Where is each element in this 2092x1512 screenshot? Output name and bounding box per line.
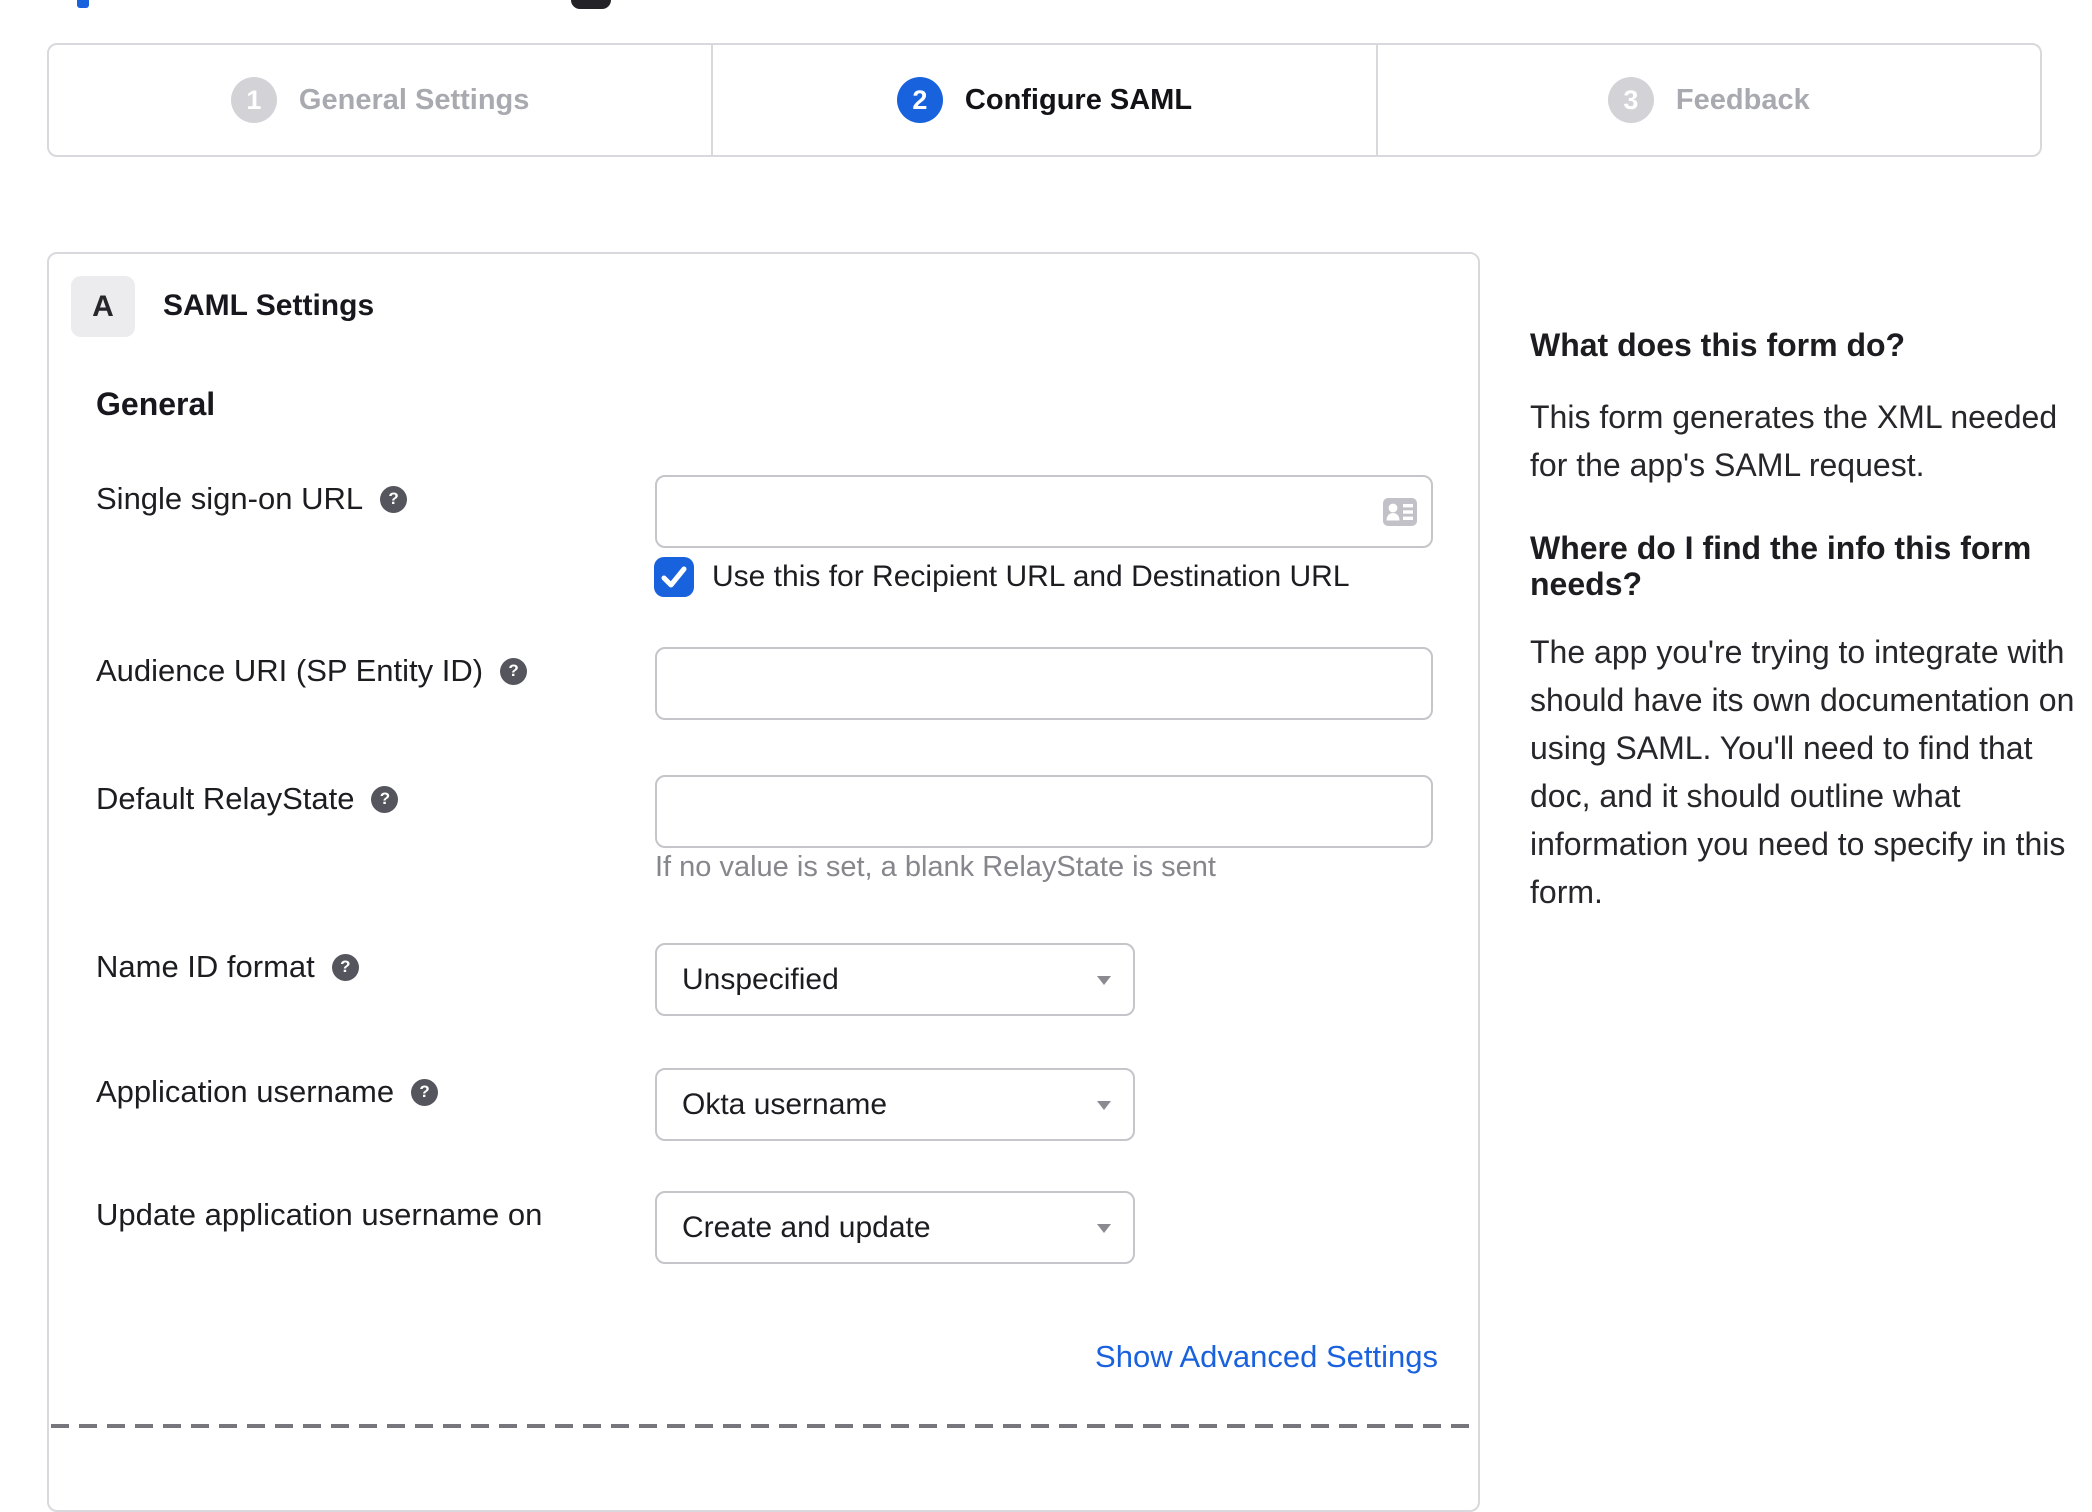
section-title: SAML Settings <box>163 289 375 322</box>
audience-uri-label: Audience URI (SP Entity ID) <box>96 653 484 688</box>
saml-settings-panel: A SAML Settings General Single sign-on U… <box>47 252 1480 1512</box>
relaystate-hint: If no value is set, a blank RelayState i… <box>655 851 1216 883</box>
sso-url-label: Single sign-on URL <box>96 481 364 516</box>
caret-down-icon <box>1097 1223 1111 1233</box>
sidebar-paragraph-1: This form generates the XML needed for t… <box>1530 399 2058 483</box>
help-icon[interactable]: ? <box>371 785 399 813</box>
section-badge: A <box>71 276 135 337</box>
recipient-url-checkbox[interactable] <box>654 557 694 597</box>
audience-uri-input[interactable] <box>655 647 1433 720</box>
relaystate-label: Default RelayState <box>96 781 355 816</box>
application-username-value: Okta username <box>682 1087 888 1121</box>
update-username-value: Create and update <box>682 1210 931 1244</box>
help-icon[interactable]: ? <box>500 657 528 685</box>
step-3-circle: 3 <box>1607 77 1654 123</box>
relaystate-input[interactable] <box>655 775 1433 848</box>
relaystate-label-row: Default RelayState ? <box>96 780 399 818</box>
caret-down-icon <box>1097 1100 1111 1110</box>
cut-off-blue-element <box>77 0 89 8</box>
name-id-format-value: Unspecified <box>682 962 839 996</box>
help-icon[interactable]: ? <box>411 1078 439 1106</box>
show-advanced-settings-link[interactable]: Show Advanced Settings <box>1095 1338 1438 1376</box>
name-id-format-select[interactable]: Unspecified <box>655 943 1135 1016</box>
help-sidebar: What does this form do? This form genera… <box>1530 326 2092 916</box>
recipient-url-checkbox-row: Use this for Recipient URL and Destinati… <box>654 557 1350 597</box>
step-feedback[interactable]: 3 Feedback <box>1375 45 2040 155</box>
section-divider-dashed <box>51 1424 1476 1428</box>
update-username-select[interactable]: Create and update <box>655 1191 1135 1264</box>
sidebar-heading-1: What does this form do? <box>1530 327 1906 363</box>
recipient-url-checkbox-label: Use this for Recipient URL and Destinati… <box>712 560 1350 593</box>
caret-down-icon <box>1097 975 1111 985</box>
step-configure-saml[interactable]: 2 Configure SAML <box>711 45 1375 155</box>
sso-url-label-row: Single sign-on URL ? <box>96 480 408 518</box>
step-1-circle: 1 <box>230 77 277 123</box>
step-2-circle: 2 <box>896 77 943 123</box>
step-general-settings[interactable]: 1 General Settings <box>49 45 711 155</box>
sidebar-heading-2: Where do I find the info this form needs… <box>1530 530 2032 602</box>
application-username-label: Application username <box>96 1074 395 1109</box>
contact-card-icon[interactable] <box>1383 497 1417 531</box>
sidebar-paragraph-2: The app you're trying to integrate with … <box>1530 634 2075 910</box>
audience-uri-label-row: Audience URI (SP Entity ID) ? <box>96 652 528 690</box>
wizard-stepper: 1 General Settings 2 Configure SAML 3 Fe… <box>47 43 2042 157</box>
general-heading: General <box>96 386 216 422</box>
application-username-label-row: Application username ? <box>96 1073 439 1111</box>
help-icon[interactable]: ? <box>380 485 408 513</box>
update-username-label: Update application username on <box>96 1197 543 1232</box>
name-id-format-label: Name ID format <box>96 949 315 984</box>
help-icon[interactable]: ? <box>331 953 359 981</box>
name-id-format-label-row: Name ID format ? <box>96 948 359 986</box>
sso-url-input[interactable] <box>655 475 1433 548</box>
update-username-label-row: Update application username on <box>96 1196 542 1234</box>
application-username-select[interactable]: Okta username <box>655 1068 1135 1141</box>
cut-off-dark-icon <box>571 0 611 9</box>
